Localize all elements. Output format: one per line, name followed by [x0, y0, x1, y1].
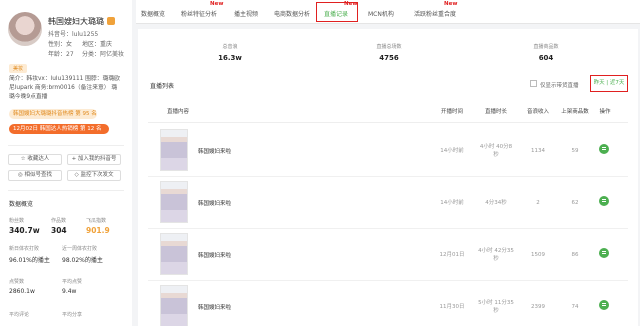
detail-icon[interactable]	[599, 196, 609, 206]
divider	[8, 145, 124, 146]
table-row[interactable]: 韩国嫂妇来啦 14小时前 4分34秒 2 62	[148, 177, 628, 229]
summary-live-count: 直播总场数 4756	[376, 44, 402, 62]
douyin-id: 抖音号：lulu1255	[48, 31, 99, 38]
new-badge: New	[444, 1, 458, 7]
live-title[interactable]: 韩国嫂妇来啦	[198, 251, 231, 259]
overview-title: 数据概览	[9, 201, 34, 208]
stat-likes: 点赞数 2860.1w	[9, 279, 35, 295]
duration: 4小时 40分8秒	[479, 144, 513, 158]
profile-name: 韩国嫂妇大璐璐	[48, 16, 115, 27]
detail-icon[interactable]	[599, 144, 609, 154]
start-time: 14小时前	[440, 200, 464, 206]
live-thumbnail[interactable]	[160, 129, 188, 171]
income: 1134	[531, 148, 545, 154]
tab-videos[interactable]: 播主视频	[234, 9, 258, 18]
profile-panel: 韩国嫂妇大璐璐 抖音号：lulu1255 性别：女 地区：重庆 年龄：27 分类…	[0, 0, 132, 326]
tab-overview[interactable]: 数据概览	[141, 9, 165, 18]
start-time: 12月01日	[439, 252, 465, 258]
item-count: 86	[571, 252, 579, 258]
avatar[interactable]	[8, 12, 42, 46]
category-tag: 美妆	[9, 64, 28, 73]
col-start: 开播时间	[440, 108, 463, 115]
income: 2399	[531, 304, 545, 310]
live-title[interactable]: 韩国嫂妇来啦	[198, 147, 231, 155]
live-title[interactable]: 韩国嫂妇来啦	[198, 199, 231, 207]
sales-only-label: 仅显示带货直播	[540, 83, 579, 89]
add-account-button[interactable]: + 加入我的抖音号	[67, 154, 121, 165]
col-income: 音浪收入	[526, 108, 549, 115]
similar-search-button[interactable]: ◎ 相似号查找	[8, 170, 62, 181]
tab-live-records[interactable]: 直播记录	[324, 9, 348, 18]
summary-income: 总音浪 16.3w	[218, 44, 242, 62]
stat-fans: 粉丝数 340.7w	[9, 218, 40, 235]
stat-works: 作品数 304	[51, 218, 67, 235]
detail-icon[interactable]	[599, 248, 609, 258]
tab-fans[interactable]: 粉丝特征分析	[181, 9, 217, 18]
item-count: 74	[571, 304, 579, 310]
stat-avg-likes: 平均点赞 9.4w	[62, 279, 83, 295]
new-badge: New	[344, 1, 358, 7]
item-count: 59	[571, 148, 579, 154]
rank-badge[interactable]: 韩国嫂妇大璐璐抖音热榜 第 95 名	[9, 109, 97, 119]
income: 2	[536, 200, 540, 206]
duration: 4分34秒	[485, 200, 507, 206]
region: 地区：重庆	[82, 41, 113, 48]
summary-item-count: 直播商品数 604	[533, 44, 559, 62]
verified-badge-icon	[107, 17, 115, 25]
duration: 4小时 42分35秒	[478, 248, 514, 262]
stat-avg-comments: 平均评论	[9, 312, 30, 318]
profile-bio: 简介：韩妆vx：lulu139111 围脖：璐璐欧尼lupark 商务:brm0…	[9, 76, 120, 100]
table-header: 直播内容 开播时间 直播时长 音浪收入 上架商品数 操作	[148, 101, 628, 123]
list-title: 直播列表	[150, 83, 175, 90]
col-duration: 直播时长	[484, 108, 507, 115]
stat-day-beat: 新日体农打败 96.01%的播主	[9, 246, 50, 264]
gender: 性别：女	[48, 41, 73, 48]
start-time: 11月30日	[439, 304, 465, 310]
date-rank-badge[interactable]: 12月02日 韩国达人热销榜 第 12 名	[9, 124, 109, 134]
duration: 5小时 11分35秒	[478, 300, 514, 314]
stat-week-beat: 近一周体农打败 98.02%的播主	[62, 246, 103, 264]
col-action: 操作	[599, 108, 611, 115]
live-record-card: 总音浪 16.3w 直播总场数 4756 直播商品数 604 直播列表 仅显示带…	[138, 29, 638, 326]
income: 1509	[531, 252, 545, 258]
live-thumbnail[interactable]	[160, 181, 188, 223]
table-row[interactable]: 韩国嫂妇来啦 14小时前 4小时 40分8秒 1134 59	[148, 125, 628, 177]
category: 分类：阿亿美妆	[82, 51, 125, 58]
table-row[interactable]: 韩国嫂妇来啦 11月30日 5小时 11分35秒 2399 74	[148, 281, 628, 326]
stat-avg-shares: 平均分享	[62, 312, 83, 318]
date-filter[interactable]: 昨天 | 近7天	[590, 75, 628, 92]
new-badge: New	[210, 1, 224, 7]
col-items: 上架商品数	[561, 108, 589, 115]
tab-mcn[interactable]: MCN机构	[368, 9, 394, 18]
tab-ecommerce[interactable]: 电商数据分析	[274, 9, 310, 18]
divider	[8, 190, 124, 191]
stat-index: 飞瓜指数 901.9	[86, 218, 110, 235]
favorite-button[interactable]: ☆ 收藏达人	[8, 154, 62, 165]
col-content: 直播内容	[166, 108, 189, 115]
live-thumbnail[interactable]	[160, 285, 188, 326]
main-content: 数据概览 粉丝特征分析 New 播主视频 电商数据分析 直播记录 New MCN…	[136, 0, 640, 326]
age: 年龄：27	[48, 51, 74, 58]
start-time: 14小时前	[440, 148, 464, 154]
tab-bar: 数据概览 粉丝特征分析 New 播主视频 电商数据分析 直播记录 New MCN…	[136, 0, 640, 24]
live-title[interactable]: 韩国嫂妇来啦	[198, 303, 231, 311]
tab-fan-overlap[interactable]: 活跃粉丝重合度	[414, 9, 456, 18]
item-count: 62	[571, 200, 579, 206]
table-row[interactable]: 韩国嫂妇来啦 12月01日 4小时 42分35秒 1509 86	[148, 229, 628, 281]
monitor-button[interactable]: ◇ 监控下次发文	[67, 170, 121, 181]
sales-only-checkbox[interactable]	[530, 80, 537, 87]
detail-icon[interactable]	[599, 300, 609, 310]
live-thumbnail[interactable]	[160, 233, 188, 275]
